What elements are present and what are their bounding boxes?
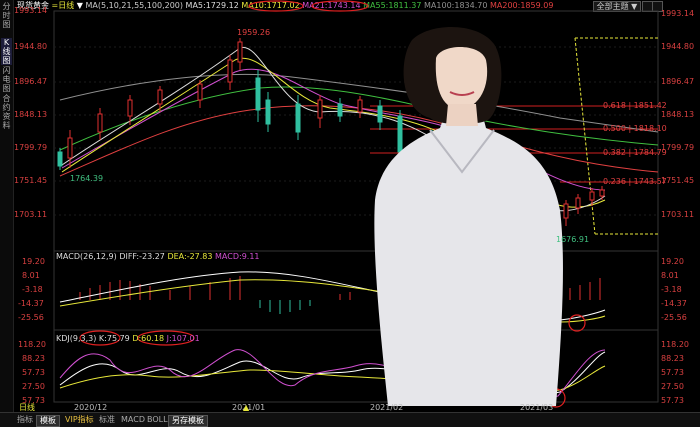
period-tab-daily[interactable]: 日线 (16, 403, 38, 413)
macd-macd-value: MACD:9.11 (215, 252, 260, 261)
kdj-y-label: 57.73 (661, 368, 684, 377)
y-label-right: 1993.14 (661, 9, 695, 18)
y-label-left: 1799.79 (14, 143, 48, 152)
y-label-right: 1799.79 (661, 143, 695, 152)
macd-dea-value: DEA:-27.83 (167, 252, 213, 261)
annotation-circle-ma10 (248, 0, 304, 12)
kdj-y-label: 88.23 (22, 354, 45, 363)
low-left-price-label: 1764.39 (70, 174, 104, 183)
fib-label-0382: 0.382 | 1784.79 (603, 148, 667, 157)
annotation-circle-ma21 (311, 0, 369, 12)
macd-y-label: -3.18 (661, 285, 682, 294)
macd-y-label: -25.56 (18, 313, 44, 322)
ma200-line (59, 105, 659, 177)
kdj-y-label: 88.23 (661, 354, 684, 363)
y-label-left: 1848.13 (14, 110, 48, 119)
tab-standard[interactable]: 标准 (96, 415, 118, 425)
kdj-d-value: D:60.18 (132, 334, 165, 343)
y-label-left: 1751.45 (14, 176, 48, 185)
macd-y-label: -25.56 (661, 313, 687, 322)
y-label-right: 1703.11 (661, 210, 695, 219)
kdj-header: KDJ(9,3,3) K:75.79 D:60.18 J:107.01 (56, 334, 200, 344)
fib-label-0236: 0.236 | 1743.57 (603, 177, 667, 186)
tab-vip-indicators[interactable]: VIP指标 (62, 415, 97, 425)
y-label-right: 1896.47 (661, 77, 695, 86)
tab-save-template[interactable]: 另存模板 (168, 415, 208, 427)
macd-y-label: 19.20 (661, 257, 684, 266)
fib-label-0618: 0.618 | 1851.42 (603, 101, 667, 110)
main-grid (54, 46, 658, 216)
macd-panel-border (53, 250, 659, 331)
macd-y-label: -14.37 (18, 299, 44, 308)
kdj-k-value: K:75.79 (98, 334, 130, 343)
macd-y-label: 19.20 (22, 257, 45, 266)
kdj-j-value: J:107.01 (166, 334, 200, 343)
tab-boll[interactable]: BOLL (144, 415, 171, 425)
y-label-right: 1944.80 (661, 42, 695, 51)
bottom-tab-bar: 日线 指标 模板 VIP指标 标准 MACD BOLL 另存模板 ▲ (0, 403, 700, 427)
scroll-up-icon[interactable]: ▲ (240, 403, 252, 413)
kdj-y-label: 57.73 (661, 396, 684, 405)
macd-title: MACD(26,12,9) (56, 252, 117, 261)
macd-y-label: 8.01 (661, 271, 679, 280)
macd-header: MACD(26,12,9) DIFF:-23.27 DEA:-27.83 MAC… (56, 252, 260, 262)
kdj-y-label: 27.50 (22, 382, 45, 391)
ma55-line (59, 86, 659, 151)
y-label-right: 1751.45 (661, 176, 695, 185)
y-label-left: 1944.80 (14, 42, 48, 51)
chart-canvas[interactable] (0, 0, 700, 412)
tab-indicators[interactable]: 指标 (14, 415, 36, 425)
low-right-price-label: 1676.91 (556, 235, 590, 244)
kdj-y-label: 118.20 (18, 340, 46, 349)
kdj-y-label: 118.20 (661, 340, 689, 349)
fib-label-0500: 0.500 | 1818.10 (603, 124, 667, 133)
kdj-title: KDJ(9,3,3) (56, 334, 97, 343)
macd-diff-value: DIFF:-23.27 (119, 252, 165, 261)
y-label-left: 1896.47 (14, 77, 48, 86)
macd-y-label: 8.01 (22, 271, 40, 280)
tab-template[interactable]: 模板 (36, 415, 60, 427)
macd-y-label: -14.37 (661, 299, 687, 308)
trading-chart-app: 分时图 K线图 闪电图 合约资料 现货黄金 =日线 ▼ MA(5,10,21,5… (0, 0, 700, 427)
kdj-y-label: 57.73 (22, 368, 45, 377)
kdj-y-label: 27.50 (661, 382, 684, 391)
presenter-photo (374, 26, 563, 406)
y-label-right: 1848.13 (661, 110, 695, 119)
y-label-left: 1993.14 (14, 6, 48, 15)
high-price-label: 1959.26 (237, 28, 271, 37)
y-label-left: 1703.11 (14, 210, 48, 219)
macd-y-label: -3.18 (22, 285, 43, 294)
